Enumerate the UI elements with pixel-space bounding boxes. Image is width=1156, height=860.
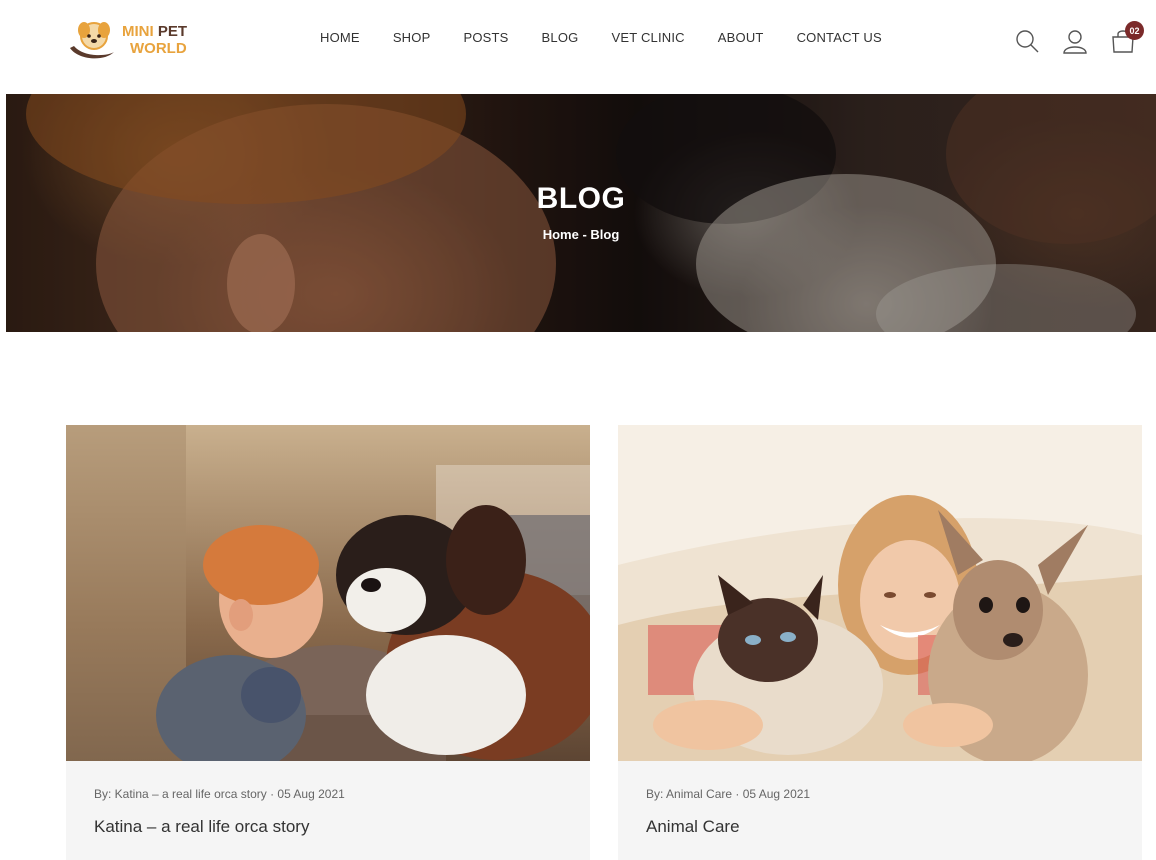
breadcrumb-current: Blog [590, 227, 620, 242]
post-title[interactable]: Katina – a real life orca story [94, 817, 309, 837]
nav-posts[interactable]: POSTS [463, 30, 508, 45]
search-icon[interactable] [1014, 28, 1040, 54]
user-icon[interactable] [1062, 28, 1088, 54]
brand-line2: WORLD [130, 40, 187, 57]
nav-about[interactable]: ABOUT [718, 30, 764, 45]
main-nav: HOME SHOP POSTS BLOG VET CLINIC ABOUT CO… [320, 30, 882, 45]
brand-line1-a: MINI [122, 23, 158, 40]
pet-logo-icon [64, 18, 120, 62]
breadcrumb-home[interactable]: Home [543, 227, 579, 242]
page-banner: BLOG Home - Blog [6, 94, 1156, 332]
blog-post-card[interactable]: By: Animal Care · 05 Aug 2021 Animal Car… [618, 425, 1142, 860]
post-meta: By: Animal Care · 05 Aug 2021 [646, 787, 811, 801]
brand-line1-b: PET [157, 23, 188, 40]
shopping-bag-icon[interactable]: 02 [1110, 21, 1144, 54]
post-meta: By: Katina – a real life orca story · 05… [94, 787, 345, 801]
breadcrumb: Home - Blog [6, 227, 1156, 242]
cart-count-badge: 02 [1125, 21, 1144, 40]
brand-name: MINI PET WORLD [122, 23, 187, 57]
header-actions: 02 [1014, 21, 1144, 56]
post-title[interactable]: Animal Care [646, 817, 740, 837]
site-header: MINI PET WORLD HOME SHOP POSTS BLOG VET … [0, 0, 1156, 80]
nav-vet-clinic[interactable]: VET CLINIC [611, 30, 684, 45]
nav-home[interactable]: HOME [320, 30, 360, 45]
nav-blog[interactable]: BLOG [542, 30, 579, 45]
nav-contact-us[interactable]: CONTACT US [797, 30, 882, 45]
nav-shop[interactable]: SHOP [393, 30, 431, 45]
site-logo[interactable]: MINI PET WORLD [64, 18, 204, 62]
post-image[interactable] [66, 425, 590, 761]
breadcrumb-separator: - [578, 227, 591, 242]
post-image[interactable] [618, 425, 1142, 761]
blog-post-card[interactable]: By: Katina – a real life orca story · 05… [66, 425, 590, 860]
page-title: BLOG [536, 182, 626, 215]
